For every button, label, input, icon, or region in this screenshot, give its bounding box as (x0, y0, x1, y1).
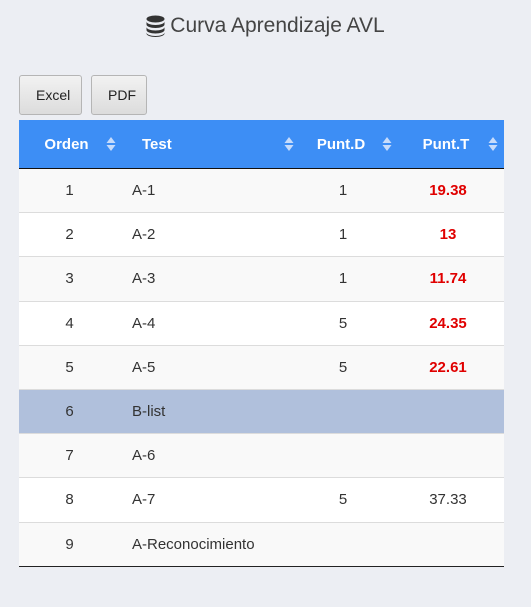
cell-punt-t (400, 522, 504, 566)
table-row[interactable]: 1 A-1 1 19.38 (19, 168, 504, 213)
table-body: 1 A-1 1 19.38 2 A-2 1 13 3 A-3 1 11.74 4… (19, 168, 504, 567)
cell-punt-d: 5 (338, 358, 348, 376)
cell-punt-d: 5 (338, 314, 348, 332)
table-row[interactable]: 8 A-7 5 37.33 (19, 477, 504, 522)
cell-punt-d: 1 (338, 226, 348, 244)
cell-punt-d: 5 (338, 491, 348, 509)
cell-test: A-2 (132, 226, 156, 244)
cell-orden: 1 (65, 182, 74, 200)
column-header-label: Punt.D (316, 135, 366, 153)
column-header-label: Orden (44, 135, 89, 153)
cell-punt-d (300, 389, 400, 433)
cell-punt-t: 11.74 (429, 270, 467, 288)
cell-test: A-Reconocimiento (132, 535, 255, 553)
results-table: Orden Test Punt.D Punt.T 1 A-1 1 19.38 2… (19, 120, 504, 567)
cell-orden: 8 (65, 491, 74, 509)
cell-punt-t: 37.33 (429, 491, 467, 509)
page-title: Curva Aprendizaje AVL (0, 14, 531, 38)
column-header-test[interactable]: Test (120, 120, 300, 169)
cell-test: A-1 (132, 182, 156, 200)
column-header-label: Test (142, 135, 172, 153)
cell-orden: 6 (65, 403, 74, 421)
cell-punt-t: 19.38 (429, 182, 467, 200)
cell-orden: 4 (65, 314, 74, 332)
column-header-punt-d[interactable]: Punt.D (300, 120, 400, 169)
cell-orden: 2 (65, 226, 74, 244)
cell-orden: 7 (65, 447, 74, 465)
column-header-orden[interactable]: Orden (19, 120, 120, 169)
cell-test: A-7 (132, 491, 156, 509)
cell-punt-t: 13 (439, 226, 457, 244)
table-row[interactable]: 9 A-Reconocimiento (19, 522, 504, 567)
cell-test: A-5 (132, 358, 156, 376)
excel-export-button[interactable]: Excel (19, 75, 82, 115)
table-row[interactable]: 5 A-5 5 22.61 (19, 345, 504, 390)
cell-test: A-6 (132, 447, 156, 465)
cell-punt-t (400, 389, 504, 433)
cell-test: A-3 (132, 270, 156, 288)
cell-punt-t (400, 434, 504, 478)
cell-orden: 3 (65, 270, 74, 288)
cell-test: B-list (132, 403, 166, 421)
table-row[interactable]: 4 A-4 5 24.35 (19, 301, 504, 346)
table-row[interactable]: 3 A-3 1 11.74 (19, 256, 504, 302)
export-toolbar: Excel PDF (19, 75, 147, 115)
sort-icon[interactable] (382, 136, 392, 152)
cell-punt-t: 24.35 (429, 314, 467, 332)
sort-icon[interactable] (106, 136, 116, 152)
cell-orden: 9 (65, 535, 74, 553)
pdf-export-button[interactable]: PDF (91, 75, 147, 115)
cell-punt-d: 1 (338, 182, 348, 200)
cell-test: A-4 (132, 314, 156, 332)
database-icon (146, 15, 165, 37)
table-row[interactable]: 7 A-6 (19, 433, 504, 478)
table-row-section[interactable]: 6 B-list (19, 389, 504, 434)
cell-orden: 5 (65, 358, 74, 376)
column-header-label: Punt.T (422, 135, 470, 153)
column-header-punt-t[interactable]: Punt.T (400, 120, 504, 169)
cell-punt-t: 22.61 (429, 358, 467, 376)
table-row[interactable]: 2 A-2 1 13 (19, 212, 504, 257)
table-header-row: Orden Test Punt.D Punt.T (19, 120, 504, 169)
sort-icon[interactable] (488, 136, 498, 152)
cell-punt-d: 1 (338, 270, 348, 288)
page-title-text: Curva Aprendizaje AVL (170, 14, 385, 37)
cell-punt-d (300, 434, 400, 478)
cell-punt-d (300, 522, 400, 566)
sort-icon[interactable] (284, 136, 294, 152)
